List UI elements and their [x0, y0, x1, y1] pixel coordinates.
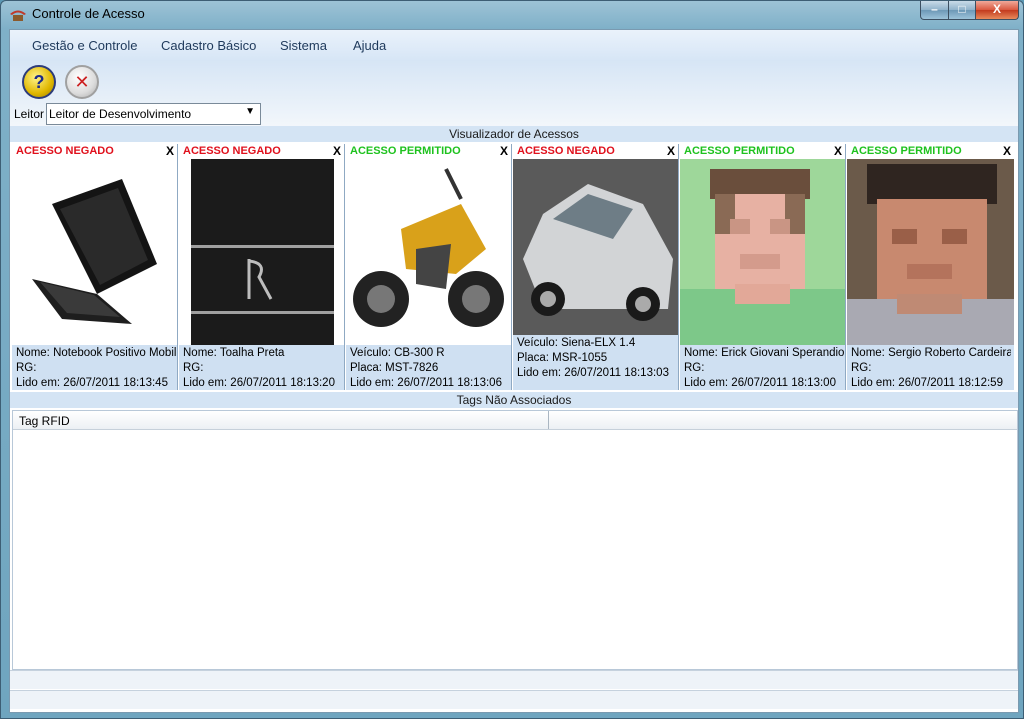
card-line: Lido em: 26/07/2011 18:13:00: [684, 377, 836, 389]
card-photo: [680, 159, 845, 345]
chevron-down-icon[interactable]: ▼: [245, 106, 255, 117]
card-line: RG:: [851, 362, 872, 374]
close-window-button[interactable]: X: [975, 1, 1019, 20]
card-close-button[interactable]: X: [834, 144, 842, 158]
card-line: Veículo: CB-300 R: [350, 347, 445, 359]
exit-icon[interactable]: ✕: [65, 65, 99, 99]
card-photo: [179, 159, 344, 345]
card-line: Placa: MST-7826: [350, 362, 439, 374]
card-header: ACESSO PERMITIDO X: [847, 144, 1014, 159]
title-bar[interactable]: Controle de Acesso – □ X: [1, 1, 1023, 27]
card-line: Nome: Notebook Positivo Mobile: [16, 347, 176, 359]
tags-header: Tags Não Associados: [10, 392, 1018, 408]
viewer-header: Visualizador de Acessos: [10, 126, 1018, 142]
card-photo: [513, 159, 678, 335]
card-status: ACESSO PERMITIDO: [350, 145, 461, 157]
card-close-button[interactable]: X: [667, 144, 675, 158]
motorcycle-image: [353, 168, 504, 327]
minimize-button[interactable]: –: [920, 1, 949, 20]
card-header: ACESSO NEGADO X: [12, 144, 177, 159]
window-title: Controle de Acesso: [32, 6, 145, 21]
app-icon: [10, 10, 26, 21]
menu-ajuda[interactable]: Ajuda: [353, 38, 386, 53]
card-line: Lido em: 26/07/2011 18:13:20: [183, 377, 335, 389]
reader-select[interactable]: Leitor de Desenvolvimento ▼: [46, 103, 261, 125]
card-line: RG:: [183, 362, 204, 374]
card-photo: [847, 159, 1014, 345]
card-status: ACESSO PERMITIDO: [684, 145, 795, 157]
column-divider[interactable]: [548, 411, 549, 429]
card-close-button[interactable]: X: [333, 144, 341, 158]
help-icon[interactable]: ?: [22, 65, 56, 99]
card-close-button[interactable]: X: [500, 144, 508, 158]
person-photo-pixelated: [680, 159, 845, 345]
status-bar: [10, 670, 1018, 689]
maximize-button[interactable]: □: [948, 1, 976, 20]
card-status: ACESSO PERMITIDO: [851, 145, 962, 157]
person-photo-pixelated: [847, 159, 1014, 345]
towel-image: [191, 159, 334, 345]
card-header: ACESSO NEGADO X: [179, 144, 344, 159]
menu-sistema[interactable]: Sistema: [280, 38, 327, 53]
card-line: Lido em: 26/07/2011 18:13:03: [517, 367, 669, 379]
menu-cadastro-basico[interactable]: Cadastro Básico: [161, 38, 256, 53]
column-header-tag-rfid[interactable]: Tag RFID: [19, 414, 70, 428]
card-header: ACESSO PERMITIDO X: [680, 144, 845, 159]
card-line: Veículo: Siena-ELX 1.4: [517, 337, 636, 349]
card-line: Lido em: 26/07/2011 18:13:45: [16, 377, 168, 389]
card-close-button[interactable]: X: [166, 144, 174, 158]
client-area: Gestão e Controle Cadastro Básico Sistem…: [9, 29, 1019, 713]
card-line: RG:: [16, 362, 37, 374]
menu-bar: Gestão e Controle Cadastro Básico Sistem…: [10, 30, 1018, 60]
access-card: ACESSO NEGADO X Veículo: Siena-ELX 1.4 P…: [513, 144, 679, 390]
card-line: Placa: MSR-1055: [517, 352, 608, 364]
access-card: ACESSO PERMITIDO X Nome: Erick Giovani S…: [680, 144, 846, 390]
card-header: ACESSO PERMITIDO X: [346, 144, 511, 159]
card-status: ACESSO NEGADO: [16, 145, 114, 157]
toolbar: ? ✕ Leitor Leitor de Desenvolvimento ▼: [10, 60, 1018, 128]
access-viewer: ACESSO NEGADO X Nome: Notebook Positivo …: [12, 144, 1016, 390]
card-status: ACESSO NEGADO: [183, 145, 281, 157]
menu-gestao-controle[interactable]: Gestão e Controle: [32, 38, 138, 53]
tags-table[interactable]: Tag RFID: [12, 410, 1018, 670]
card-line: Nome: Sergio Roberto Cardeira: [851, 347, 1011, 359]
access-card: ACESSO NEGADO X Nome: Notebook Positivo …: [12, 144, 178, 390]
card-line: Lido em: 26/07/2011 18:12:59: [851, 377, 1003, 389]
table-header: Tag RFID: [13, 411, 1017, 430]
access-card: ACESSO PERMITIDO X Nome: Sergio Roberto …: [847, 144, 1014, 390]
reader-select-value: Leitor de Desenvolvimento: [49, 107, 192, 121]
card-status: ACESSO NEGADO: [517, 145, 615, 157]
access-card: ACESSO PERMITIDO X Veículo: CB-300 R Pla…: [346, 144, 512, 390]
car-image: [513, 159, 678, 335]
card-line: Lido em: 26/07/2011 18:13:06: [350, 377, 502, 389]
access-card: ACESSO NEGADO X Nome: Toalha Preta RG: L…: [179, 144, 345, 390]
app-window: Controle de Acesso – □ X Gestão e Contro…: [0, 0, 1024, 719]
card-photo: [346, 159, 511, 345]
laptop-image: [32, 179, 157, 324]
card-line: Nome: Erick Giovani Sperandio: [684, 347, 844, 359]
card-photo: [12, 159, 177, 345]
card-line: Nome: Toalha Preta: [183, 347, 285, 359]
status-bar-secondary: [10, 690, 1018, 709]
card-header: ACESSO NEGADO X: [513, 144, 678, 159]
card-line: RG:: [684, 362, 705, 374]
card-close-button[interactable]: X: [1003, 144, 1011, 158]
reader-label: Leitor: [14, 107, 45, 121]
